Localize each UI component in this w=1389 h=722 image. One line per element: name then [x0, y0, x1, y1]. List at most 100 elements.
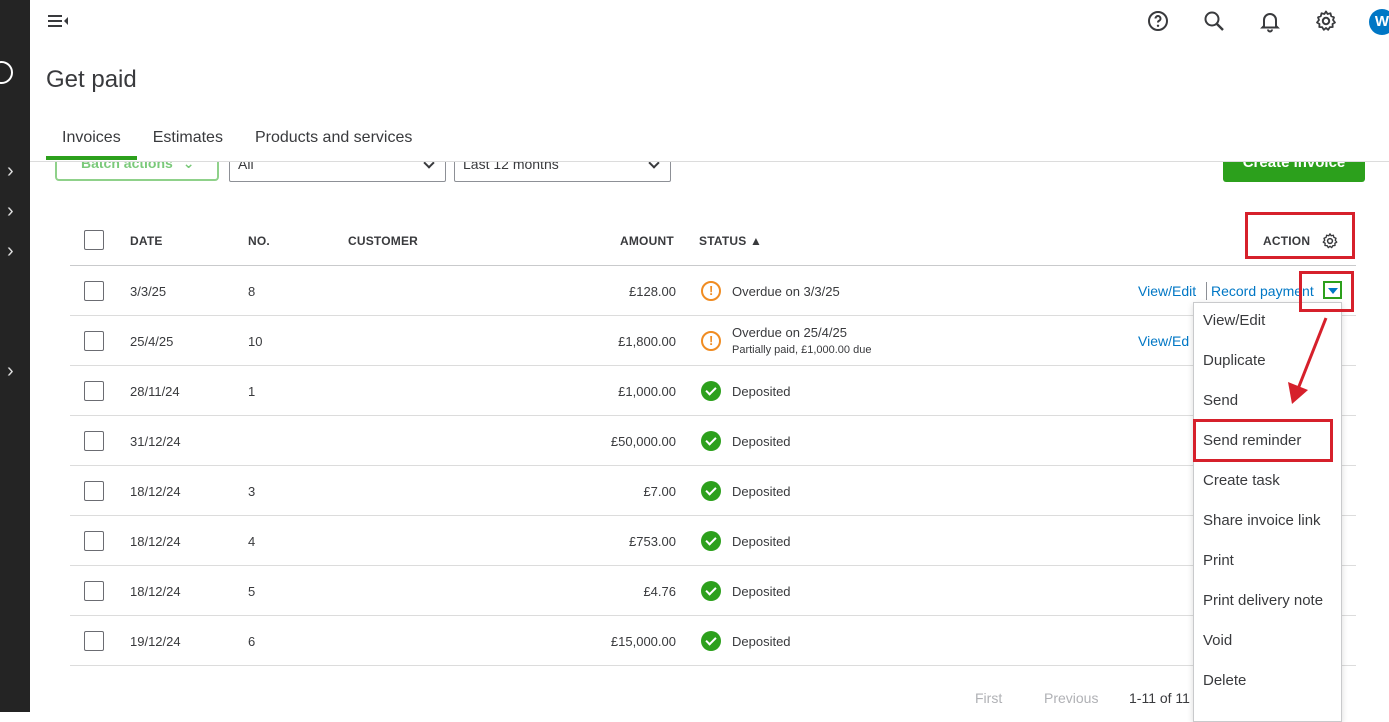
row-checkbox[interactable] — [84, 381, 104, 401]
row-date: 3/3/25 — [130, 284, 167, 299]
view-edit-link[interactable]: View/Edit — [1138, 283, 1196, 299]
deposited-check-icon — [701, 581, 721, 601]
column-header-amount[interactable]: AMOUNT — [620, 234, 674, 248]
menu-item-void[interactable]: Void — [1203, 632, 1232, 649]
row-checkbox[interactable] — [84, 281, 104, 301]
chevron-right-icon[interactable]: › — [7, 241, 14, 261]
menu-item-duplicate[interactable]: Duplicate — [1203, 352, 1266, 369]
chevron-down-icon — [648, 162, 660, 169]
pager-previous-link[interactable]: Previous — [1044, 690, 1098, 706]
row-number: 4 — [248, 534, 256, 549]
chevron-right-icon[interactable]: › — [7, 361, 14, 381]
row-checkbox[interactable] — [84, 581, 104, 601]
menu-item-delete[interactable]: Delete — [1203, 672, 1246, 689]
view-edit-link[interactable]: View/Ed — [1138, 333, 1189, 349]
action-divider — [1206, 282, 1207, 300]
nav-circle-icon[interactable] — [0, 61, 13, 84]
chevron-down-icon — [423, 162, 435, 169]
user-avatar[interactable]: W — [1369, 9, 1389, 35]
row-date: 31/12/24 — [130, 434, 181, 449]
menu-item-share-invoice-link[interactable]: Share invoice link — [1203, 512, 1321, 529]
table-row[interactable]: 18/12/24 5 £4.76 Deposited — [70, 566, 1356, 616]
row-checkbox[interactable] — [84, 431, 104, 451]
date-filter-dropdown[interactable]: Last 12 months — [454, 162, 671, 182]
search-icon[interactable] — [1202, 9, 1226, 33]
row-status: Deposited — [732, 434, 791, 449]
column-header-status[interactable]: STATUS ▲ — [699, 234, 762, 248]
filter-bar: Batch actions ⌄ All Last 12 months Creat… — [30, 162, 1389, 184]
table-header: DATE NO. CUSTOMER AMOUNT STATUS ▲ ACTION — [70, 216, 1356, 266]
tab-products-and-services[interactable]: Products and services — [239, 128, 428, 160]
batch-actions-label: Batch actions — [81, 162, 173, 171]
row-date: 18/12/24 — [130, 484, 181, 499]
row-checkbox[interactable] — [84, 531, 104, 551]
table-row[interactable]: 18/12/24 3 £7.00 Deposited — [70, 466, 1356, 516]
row-status: Overdue on 25/4/25 — [732, 325, 847, 340]
table-row[interactable]: 3/3/25 8 £128.00 Overdue on 3/3/25 View/… — [70, 266, 1356, 316]
row-number: 8 — [248, 284, 256, 299]
row-number: 5 — [248, 584, 256, 599]
row-amount: £1,000.00 — [618, 384, 676, 399]
table-row[interactable]: 25/4/25 10 £1,800.00 Overdue on 25/4/25 … — [70, 316, 1356, 366]
deposited-check-icon — [701, 481, 721, 501]
deposited-check-icon — [701, 431, 721, 451]
chevron-down-icon: ⌄ — [182, 162, 195, 171]
table-row[interactable]: 18/12/24 4 £753.00 Deposited — [70, 516, 1356, 566]
row-date: 28/11/24 — [130, 384, 180, 399]
row-status: Deposited — [732, 584, 791, 599]
status-filter-dropdown[interactable]: All — [229, 162, 446, 182]
row-date: 19/12/24 — [130, 634, 181, 649]
row-checkbox[interactable] — [84, 631, 104, 651]
row-checkbox[interactable] — [84, 331, 104, 351]
row-number: 6 — [248, 634, 256, 649]
row-checkbox[interactable] — [84, 481, 104, 501]
menu-item-send[interactable]: Send — [1203, 392, 1238, 409]
row-status: Deposited — [732, 484, 791, 499]
row-number: 3 — [248, 484, 256, 499]
overdue-warning-icon — [701, 331, 721, 351]
deposited-check-icon — [701, 631, 721, 651]
tab-estimates[interactable]: Estimates — [137, 128, 239, 160]
tab-bar: Invoices Estimates Products and services — [46, 128, 428, 160]
row-number: 10 — [248, 334, 263, 349]
help-icon[interactable] — [1146, 9, 1170, 33]
row-status: Deposited — [732, 634, 791, 649]
row-amount: £1,800.00 — [618, 334, 676, 349]
menu-item-view-edit[interactable]: View/Edit — [1203, 312, 1265, 329]
left-nav-sidebar: › › › › — [0, 0, 30, 712]
column-header-no[interactable]: NO. — [248, 234, 270, 248]
pager-range: 1-11 of 11 — [1129, 690, 1190, 706]
batch-actions-button[interactable]: Batch actions ⌄ — [55, 162, 219, 181]
row-date: 25/4/25 — [130, 334, 174, 349]
column-header-date[interactable]: DATE — [130, 234, 163, 248]
table-row[interactable]: 31/12/24 £50,000.00 Deposited — [70, 416, 1356, 466]
row-status-detail: Partially paid, £1,000.00 due — [732, 344, 872, 356]
settings-gear-icon[interactable] — [1314, 9, 1338, 33]
chevron-right-icon[interactable]: › — [7, 201, 14, 221]
row-amount: £753.00 — [629, 534, 676, 549]
deposited-check-icon — [701, 531, 721, 551]
table-row[interactable]: 28/11/24 1 £1,000.00 Deposited — [70, 366, 1356, 416]
top-bar: W — [30, 0, 1389, 44]
row-status: Deposited — [732, 534, 791, 549]
table-row[interactable]: 19/12/24 6 £15,000.00 Deposited — [70, 616, 1356, 666]
create-invoice-button[interactable]: Create invoice — [1223, 162, 1365, 182]
invoices-table: DATE NO. CUSTOMER AMOUNT STATUS ▲ ACTION… — [70, 216, 1356, 666]
column-header-customer[interactable]: CUSTOMER — [348, 234, 418, 248]
highlight-dropdown-arrow — [1299, 271, 1354, 312]
chevron-right-icon[interactable]: › — [7, 161, 14, 181]
tab-invoices[interactable]: Invoices — [46, 128, 137, 160]
menu-item-print-delivery-note[interactable]: Print delivery note — [1203, 592, 1323, 609]
menu-item-create-task[interactable]: Create task — [1203, 472, 1280, 489]
pager-first-link[interactable]: First — [975, 690, 1002, 706]
menu-collapse-icon[interactable] — [46, 10, 70, 32]
notifications-bell-icon[interactable] — [1258, 9, 1282, 33]
highlight-send-reminder — [1193, 419, 1333, 462]
row-amount: £7.00 — [643, 484, 676, 499]
menu-item-print[interactable]: Print — [1203, 552, 1234, 569]
row-amount: £128.00 — [629, 284, 676, 299]
select-all-checkbox[interactable] — [84, 230, 104, 250]
row-date: 18/12/24 — [130, 534, 181, 549]
row-amount: £50,000.00 — [610, 434, 676, 449]
highlight-action-header — [1245, 212, 1355, 259]
